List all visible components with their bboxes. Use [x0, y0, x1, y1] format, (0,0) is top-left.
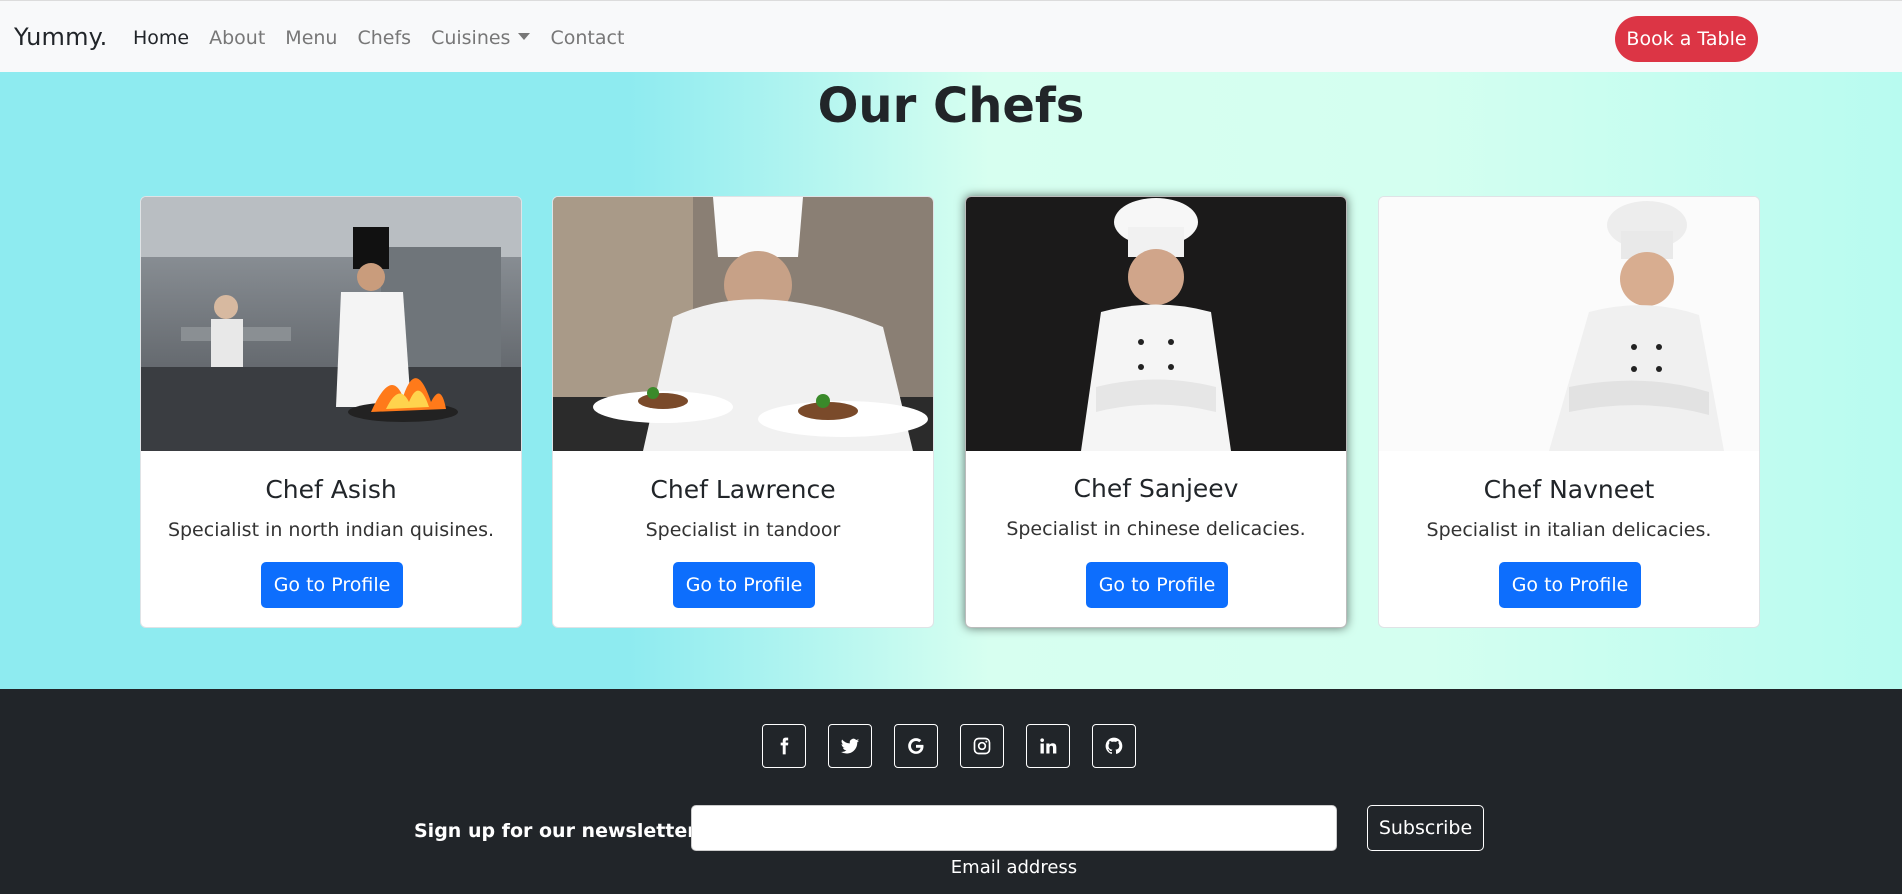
nav-contact[interactable]: Contact	[550, 27, 624, 49]
footer: Sign up for our newsletter Email address…	[0, 689, 1902, 894]
nav-about[interactable]: About	[209, 27, 265, 49]
chef-card: Chef Navneet Specialist in italian delic…	[1378, 196, 1760, 628]
nav-chefs[interactable]: Chefs	[357, 27, 411, 49]
chef-card: Chef Sanjeev Specialist in chinese delic…	[965, 196, 1347, 628]
navbar: Yummy. Home About Menu Chefs Cuisines Co…	[0, 0, 1902, 72]
instagram-icon	[973, 737, 991, 755]
linkedin-icon	[1040, 738, 1057, 754]
chef-specialty: Specialist in italian delicacies.	[1426, 519, 1712, 541]
go-to-profile-button[interactable]: Go to Profile	[673, 562, 815, 608]
book-table-button[interactable]: Book a Table	[1615, 16, 1758, 62]
instagram-button[interactable]	[960, 724, 1004, 768]
chef-specialty: Specialist in chinese delicacies.	[1006, 518, 1306, 540]
chef-name: Chef Lawrence	[650, 475, 836, 504]
email-field-label: Email address	[950, 857, 1078, 878]
nav-home[interactable]: Home	[133, 27, 189, 49]
facebook-icon	[780, 737, 789, 755]
google-icon	[908, 738, 924, 754]
section-title: Our Chefs	[817, 78, 1085, 134]
subscribe-button[interactable]: Subscribe	[1367, 805, 1484, 851]
linkedin-button[interactable]	[1026, 724, 1070, 768]
chef-card: Chef Lawrence Specialist in tandoor Go t…	[552, 196, 934, 628]
go-to-profile-button[interactable]: Go to Profile	[261, 562, 403, 608]
chefs-section: Our Chefs Chef Asish Specialist in north	[0, 72, 1902, 689]
chef-card: Chef Asish Specialist in north indian qu…	[140, 196, 522, 628]
go-to-profile-button[interactable]: Go to Profile	[1499, 562, 1641, 608]
email-input[interactable]	[691, 805, 1337, 851]
chef-photo	[141, 197, 521, 451]
nav-cuisines-label: Cuisines	[431, 27, 511, 49]
chef-name: Chef Asish	[265, 475, 397, 504]
chef-photo	[1379, 197, 1759, 451]
github-button[interactable]	[1092, 724, 1136, 768]
github-icon	[1105, 737, 1123, 754]
facebook-button[interactable]	[762, 724, 806, 768]
chef-photo	[553, 197, 933, 451]
go-to-profile-button[interactable]: Go to Profile	[1086, 562, 1228, 608]
twitter-button[interactable]	[828, 724, 872, 768]
social-links	[762, 724, 1158, 768]
twitter-icon	[840, 738, 860, 754]
google-button[interactable]	[894, 724, 938, 768]
chef-specialty: Specialist in north indian quisines.	[167, 519, 495, 541]
nav-menu[interactable]: Menu	[285, 27, 337, 49]
nav-links: Home About Menu Chefs Cuisines Contact	[133, 27, 644, 49]
brand-logo[interactable]: Yummy.	[14, 23, 108, 51]
caret-down-icon	[518, 33, 531, 40]
chef-photo	[966, 197, 1346, 451]
chef-name: Chef Sanjeev	[1073, 474, 1239, 503]
chef-specialty: Specialist in tandoor	[645, 519, 841, 541]
chef-name: Chef Navneet	[1483, 475, 1655, 504]
nav-cuisines-dropdown[interactable]: Cuisines	[431, 27, 531, 49]
newsletter-label: Sign up for our newsletter	[414, 820, 697, 842]
